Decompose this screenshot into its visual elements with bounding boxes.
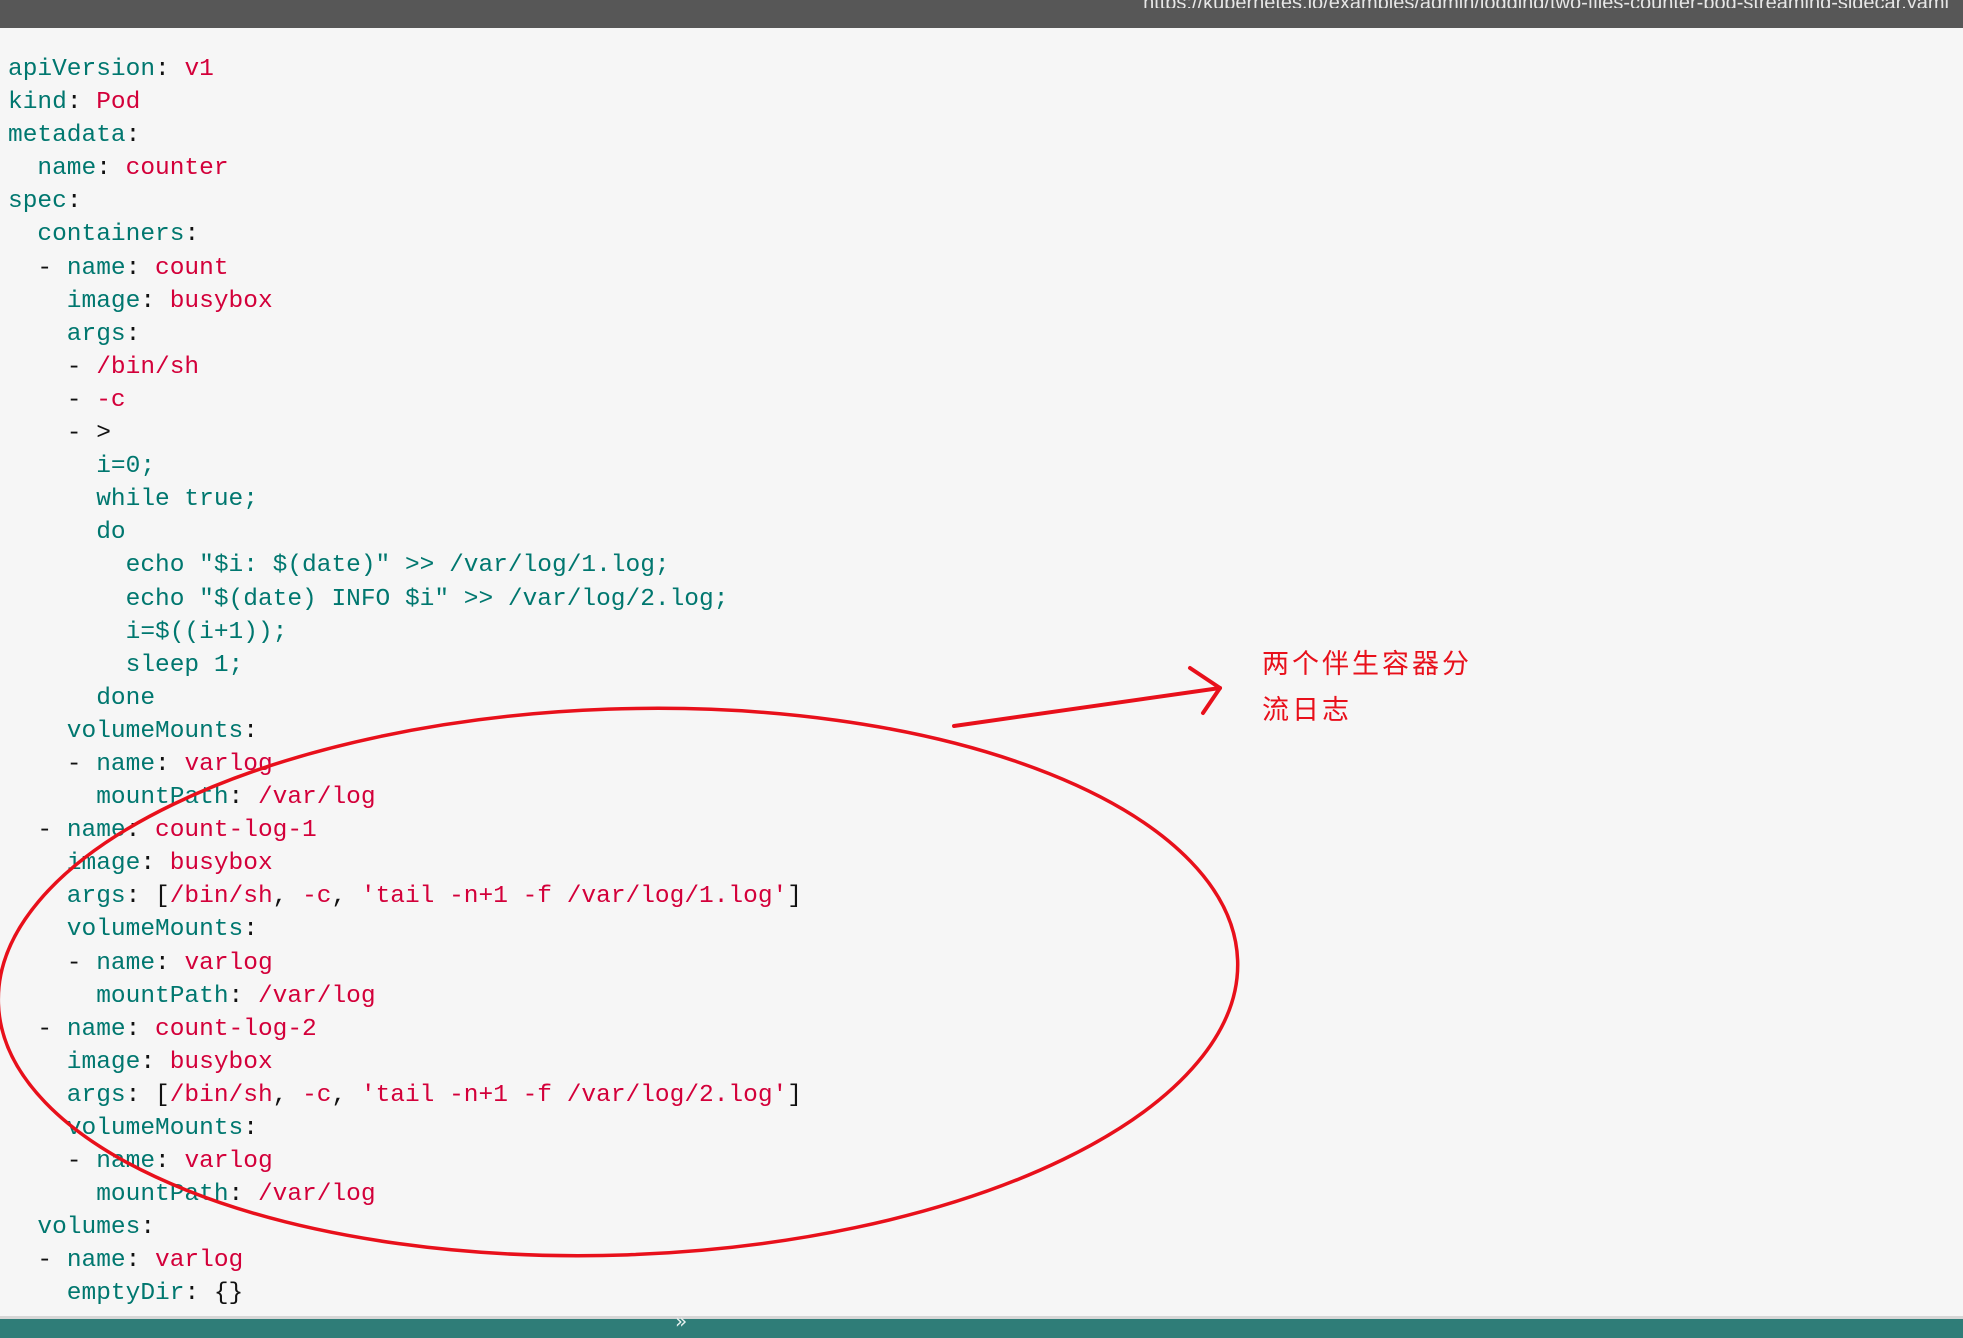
- annotation-note: 两个伴生容器分 流日志: [1262, 642, 1472, 734]
- annotation-overlay: [0, 666, 1240, 1258]
- annotation-line-2: 流日志: [1262, 695, 1352, 726]
- highlight-circle: [0, 706, 1240, 1258]
- annotation-line-1: 两个伴生容器分: [1262, 649, 1472, 680]
- annotation-arrow-shaft: [952, 686, 1222, 728]
- chevron-icon[interactable]: »: [675, 1309, 687, 1333]
